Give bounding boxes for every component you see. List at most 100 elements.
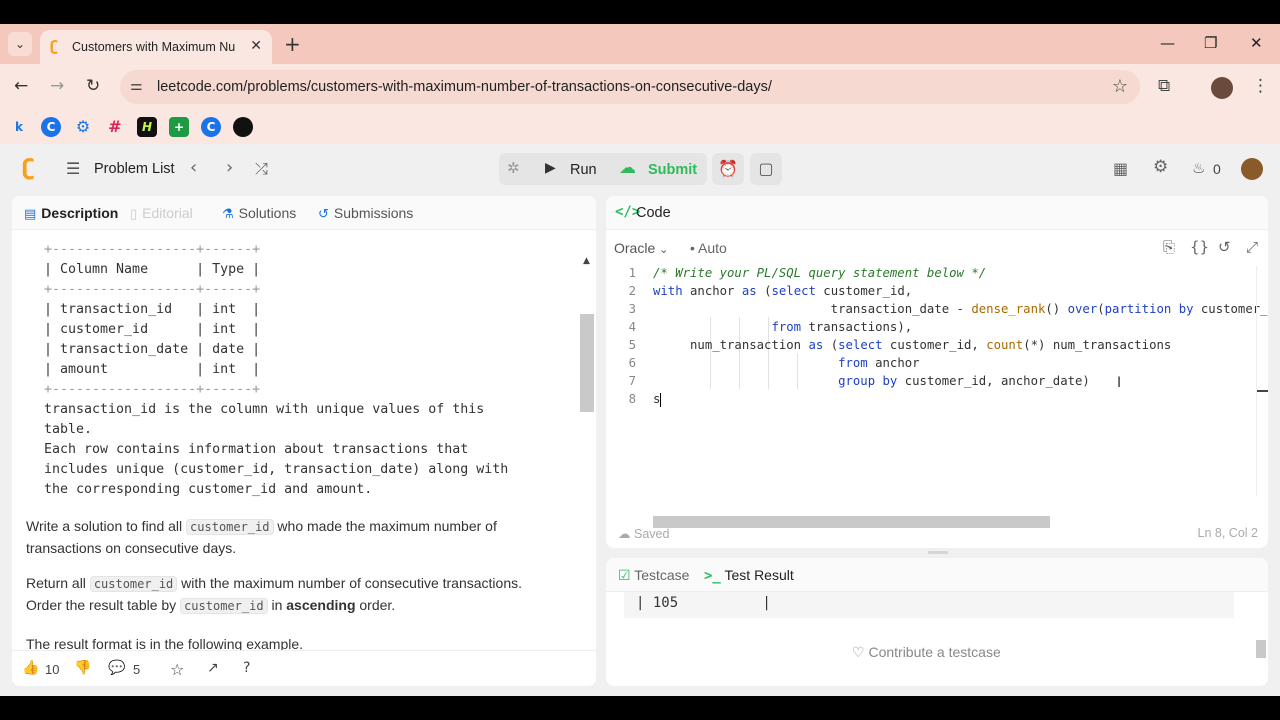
- schema-line: Each row contains information about tran…: [44, 442, 469, 457]
- code-line[interactable]: with anchor as (select customer_id,: [653, 284, 912, 298]
- tab-solutions[interactable]: ⚗ Solutions: [222, 205, 296, 222]
- scroll-up-icon[interactable]: ▲: [583, 256, 590, 266]
- extensions-icon[interactable]: ⧉: [1158, 76, 1170, 96]
- schema-line: includes unique (customer_id, transactio…: [44, 462, 509, 477]
- code-line[interactable]: from anchor: [653, 356, 919, 370]
- description-panel: ▤ Description ▯ Editorial ⚗ Solutions ↺ Subm…: [12, 196, 596, 686]
- minimize-icon[interactable]: —: [1160, 34, 1175, 52]
- play-icon[interactable]: ▶: [545, 160, 556, 176]
- test-scrollbar[interactable]: [1256, 640, 1266, 658]
- problem-list-icon[interactable]: ☰: [66, 159, 80, 178]
- run-submit-bar: ✲ ▶ Run ☁ Submit: [499, 153, 707, 185]
- submit-button[interactable]: Submit: [648, 162, 697, 178]
- app-header: ʗ ☰ Problem List ‹ › ⤮ ✲ ▶ Run ☁ Submit …: [0, 144, 1280, 194]
- leetcode-logo-icon[interactable]: ʗ: [22, 156, 35, 181]
- result-row: | 105 |: [636, 595, 771, 611]
- share-icon[interactable]: ↗: [207, 660, 219, 676]
- bookmark-c-icon[interactable]: C: [41, 117, 61, 137]
- user-avatar[interactable]: [1241, 158, 1263, 180]
- browser-tab[interactable]: ʗ Customers with Maximum Nu ✕: [40, 30, 272, 64]
- back-icon[interactable]: ←: [14, 76, 28, 96]
- bookmark-gear-icon[interactable]: ⚙: [73, 117, 93, 137]
- expand-icon[interactable]: ⤢: [1246, 238, 1258, 256]
- bookmark-icon[interactable]: ⎘: [1163, 238, 1175, 256]
- profile-avatar[interactable]: [1211, 77, 1233, 99]
- line-number: 7: [628, 374, 636, 388]
- test-tabs: ☑ Testcase >_ Test Result: [606, 558, 1268, 592]
- debug-icon[interactable]: ✲: [507, 159, 520, 177]
- streak-fire-icon[interactable]: ♨: [1192, 159, 1205, 177]
- help-icon[interactable]: ?: [243, 660, 250, 676]
- auto-mode[interactable]: • Auto: [690, 240, 727, 256]
- menu-icon[interactable]: ⋮: [1252, 76, 1269, 96]
- bookmark-star-icon[interactable]: ☆: [1112, 76, 1128, 97]
- tab-submissions[interactable]: ↺ Submissions: [318, 205, 413, 222]
- code-title: Code: [636, 205, 671, 221]
- tab-testcase[interactable]: ☑ Testcase: [618, 567, 689, 584]
- next-problem-icon[interactable]: ›: [226, 157, 233, 178]
- tab-description[interactable]: ▤ Description: [24, 205, 118, 222]
- problem-list-link[interactable]: Problem List: [94, 161, 175, 177]
- language-select[interactable]: Oracle ⌄: [614, 240, 668, 256]
- line-number: 2: [628, 284, 636, 298]
- tab-title: Customers with Maximum Nu: [72, 40, 236, 54]
- reset-icon[interactable]: ↺: [1218, 238, 1231, 256]
- timer-icon[interactable]: ⏰: [712, 153, 744, 185]
- contribute-testcase-link[interactable]: ♡ Contribute a testcase: [852, 644, 1001, 661]
- schema-line: transaction_id is the column with unique…: [44, 402, 485, 417]
- schema-line: the corresponding customer_id and amount…: [44, 482, 373, 497]
- code-line[interactable]: num_transaction as (select customer_id, …: [653, 338, 1171, 352]
- panel-resize-handle[interactable]: [928, 551, 948, 554]
- run-button[interactable]: Run: [570, 162, 597, 178]
- schema-line: +------------------+------+: [44, 242, 261, 257]
- code-line[interactable]: group by customer_id, anchor_date): [653, 374, 1090, 388]
- notes-icon[interactable]: ▢: [750, 153, 782, 185]
- tab-search-icon[interactable]: ⌄: [8, 32, 32, 56]
- bookmark-c2-icon[interactable]: C: [201, 117, 221, 137]
- url-text[interactable]: leetcode.com/problems/customers-with-max…: [157, 79, 772, 95]
- description-tabs: ▤ Description ▯ Editorial ⚗ Solutions ↺ Subm…: [12, 196, 596, 230]
- tab-test-result[interactable]: >_ Test Result: [704, 567, 794, 584]
- dislike-icon[interactable]: 👎: [74, 660, 91, 676]
- line-number: 8: [628, 392, 636, 406]
- bookmark-slack-icon[interactable]: #: [105, 117, 125, 137]
- layout-icon[interactable]: ▦: [1113, 159, 1128, 178]
- close-tab-icon[interactable]: ✕: [250, 38, 262, 54]
- code-line[interactable]: transaction_date - dense_rank() over(par…: [653, 302, 1268, 316]
- restore-icon[interactable]: ❐: [1204, 34, 1217, 52]
- bookmark-github-icon[interactable]: github: [233, 117, 253, 137]
- schema-line: +------------------+------+: [44, 282, 261, 297]
- favorite-star-icon[interactable]: ☆: [170, 660, 184, 679]
- reload-icon[interactable]: ↻: [86, 76, 100, 96]
- schema-line: +------------------+------+: [44, 382, 261, 397]
- settings-gear-icon[interactable]: ⚙: [1153, 157, 1168, 177]
- code-line[interactable]: /* Write your PL/SQL query statement bel…: [653, 266, 986, 280]
- site-info-icon[interactable]: ⚌: [130, 78, 143, 94]
- test-panel: ☑ Testcase >_ Test Result | 105 | ♡ Cont…: [606, 558, 1268, 686]
- schema-line: | customer_id | int |: [44, 322, 261, 337]
- bookmark-plus-icon[interactable]: +: [169, 117, 189, 137]
- bookmark-k-icon[interactable]: k: [9, 117, 29, 137]
- like-icon[interactable]: 👍: [22, 660, 39, 676]
- line-number: 5: [628, 338, 636, 352]
- leetcode-favicon-icon: ʗ: [50, 39, 59, 55]
- forward-icon[interactable]: →: [50, 76, 64, 96]
- code-line[interactable]: from transactions),: [653, 320, 912, 334]
- url-bar[interactable]: ⚌ leetcode.com/problems/customers-with-m…: [120, 70, 1140, 104]
- code-status-bar: ☁ Saved Ln 8, Col 2: [606, 518, 1268, 548]
- comment-icon[interactable]: 💬: [108, 660, 125, 676]
- format-braces-icon[interactable]: {}: [1190, 238, 1209, 256]
- bookmarks-bar: k C ⚙ # H + C github: [0, 110, 1280, 144]
- code-editor[interactable]: 1 2 3 4 5 6 7 8 /* Write your PL/SQL query stat…: [606, 266, 1268, 518]
- line-number: 6: [628, 356, 636, 370]
- description-scrollbar[interactable]: [580, 314, 594, 412]
- new-tab-icon[interactable]: +: [284, 32, 301, 56]
- line-number: 1: [628, 266, 636, 280]
- tab-editorial[interactable]: ▯ Editorial: [130, 205, 193, 222]
- prev-problem-icon[interactable]: ‹: [190, 157, 197, 178]
- close-window-icon[interactable]: ✕: [1250, 34, 1263, 52]
- code-line[interactable]: s: [653, 392, 662, 407]
- cloud-upload-icon[interactable]: ☁: [619, 158, 636, 178]
- bookmark-h-icon[interactable]: H: [137, 117, 157, 137]
- shuffle-icon[interactable]: ⤮: [255, 159, 268, 179]
